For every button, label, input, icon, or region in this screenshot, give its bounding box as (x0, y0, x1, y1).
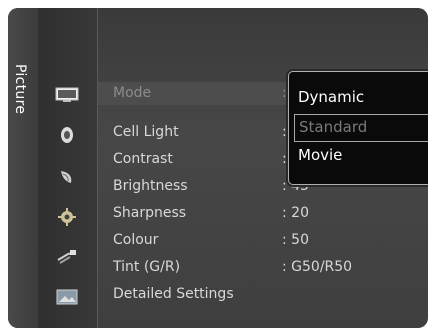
category-icon-column (38, 8, 98, 328)
menu-label-mode: Mode (113, 85, 152, 101)
menu-value: : 50 (282, 232, 309, 248)
menu-label: Contrast (113, 151, 173, 167)
dropdown-option-standard[interactable]: Standard (294, 114, 428, 142)
dropdown-option-dynamic[interactable]: Dynamic (294, 84, 428, 110)
menu-row-tint[interactable]: Tint (G/R) : G50/R50 (98, 256, 428, 279)
setup-icon[interactable] (55, 208, 79, 226)
menu-value: : 20 (282, 205, 309, 221)
sound-icon[interactable] (55, 126, 79, 144)
dropdown-option-movie[interactable]: Movie (294, 142, 428, 168)
menu-value-mode: : (282, 85, 287, 101)
channel-icon[interactable] (55, 168, 79, 186)
application-icon[interactable] (55, 288, 79, 306)
menu-label: Tint (G/R) (113, 259, 181, 275)
picture-icon[interactable] (55, 86, 79, 104)
menu-label: Colour (113, 232, 159, 248)
side-tab-label: Picture (12, 64, 28, 115)
menu-label: Cell Light (113, 124, 179, 140)
menu-row-detailed-settings[interactable]: Detailed Settings (98, 283, 428, 306)
menu-label: Sharpness (113, 205, 187, 221)
menu-value: : G50/R50 (282, 259, 353, 275)
mode-dropdown[interactable]: Dynamic Standard Movie (288, 71, 428, 185)
menu-label: Brightness (113, 178, 188, 194)
tv-menu-screen: Picture Mode: Cell Light: Contrast: B… (8, 8, 428, 328)
menu-value: : (282, 124, 287, 140)
menu-row-colour[interactable]: Colour : 50 (98, 229, 428, 252)
input-icon[interactable] (55, 248, 79, 266)
menu-label: Detailed Settings (113, 286, 234, 302)
side-tab: Picture (8, 8, 38, 328)
menu-row-sharpness[interactable]: Sharpness : 20 (98, 202, 428, 225)
menu-value: : (282, 151, 287, 167)
